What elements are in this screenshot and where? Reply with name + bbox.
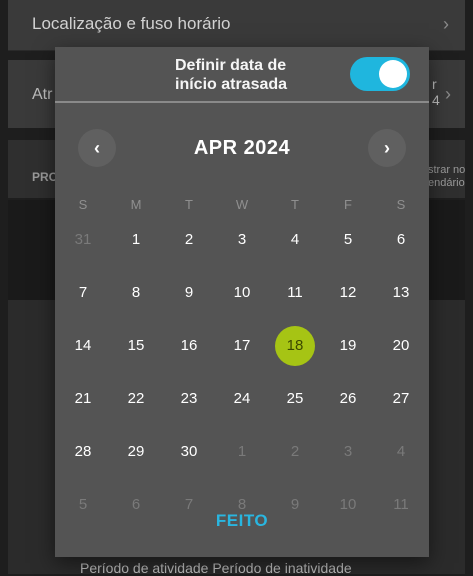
calendar-option-text: strar no endário [428,164,466,189]
weekday-label: M [130,197,142,212]
calendar-day[interactable]: 22 [116,379,156,419]
calendar-day[interactable]: 1 [222,432,262,472]
weekday-label: T [185,197,193,212]
calendar-day[interactable]: 28 [63,432,103,472]
calendar-day[interactable]: 17 [222,326,262,366]
chevron-left-icon: ‹ [94,137,100,158]
calendar-day[interactable]: 10 [222,273,262,313]
calendar-day[interactable]: 24 [222,379,262,419]
selected-day[interactable]: 18 [275,326,315,366]
delayed-start-toggle[interactable] [350,57,410,91]
calendar-day[interactable]: 12 [328,273,368,313]
calendar-day[interactable]: 4 [381,432,421,472]
weekday-label: T [291,197,299,212]
calendar-day[interactable]: 5 [63,485,103,525]
delayed-start-date-dialog: Definir data de início atrasada ‹ APR 20… [55,47,429,557]
calendar-day[interactable]: 26 [328,379,368,419]
calendar-day[interactable]: 13 [381,273,421,313]
calendar-day[interactable]: 2 [169,220,209,260]
calendar-day[interactable]: 27 [381,379,421,419]
calendar-day[interactable]: 9 [275,485,315,525]
toggle-knob [379,60,407,88]
calendar-day[interactable]: 5 [328,220,368,260]
dialog-header: Definir data de início atrasada [55,47,429,103]
weekday-label: S [396,197,406,212]
calendar-day[interactable]: 1 [116,220,156,260]
month-year-title: APR 2024 [193,137,291,159]
next-month-button[interactable]: › [368,129,406,167]
calendar-day[interactable]: 20 [381,326,421,366]
chevron-right-icon: › [445,84,451,104]
calendar-day[interactable]: 3 [328,432,368,472]
calendar-day[interactable]: 30 [169,432,209,472]
weekday-label: W [235,197,249,212]
location-timezone-label: Localização e fuso horário [32,14,231,33]
calendar-day[interactable]: 6 [381,220,421,260]
header-divider [55,101,429,103]
calendar-day[interactable]: 6 [116,485,156,525]
calendar-day[interactable]: 31 [63,220,103,260]
calendar-day[interactable]: 15 [116,326,156,366]
calendar-day[interactable]: 3 [222,220,262,260]
calendar-day[interactable]: 19 [328,326,368,366]
calendar-day[interactable]: 8 [116,273,156,313]
done-button[interactable]: FEITO [205,507,279,535]
calendar-day[interactable]: 21 [63,379,103,419]
weekday-label: S [78,197,88,212]
weekday-label: F [344,197,352,212]
calendar-day[interactable]: 29 [116,432,156,472]
chevron-right-icon: › [443,14,449,34]
calendar-day[interactable]: 9 [169,273,209,313]
row2-value: r4 [432,76,440,108]
calendar-day[interactable]: 10 [328,485,368,525]
calendar-day[interactable]: 11 [275,273,315,313]
calendar-day[interactable]: 14 [63,326,103,366]
calendar-day[interactable]: 23 [169,379,209,419]
row2-label: Atr [32,86,53,103]
calendar-day[interactable]: 7 [169,485,209,525]
calendar-day[interactable]: 16 [169,326,209,366]
calendar-day[interactable]: 25 [275,379,315,419]
chevron-right-icon: › [384,137,390,158]
calendar-day[interactable]: 2 [275,432,315,472]
previous-month-button[interactable]: ‹ [78,129,116,167]
delayed-start-label: Definir data de início atrasada [175,57,288,93]
calendar-day[interactable]: 11 [381,485,421,525]
calendar-day[interactable]: 4 [275,220,315,260]
calendar-day[interactable]: 7 [63,273,103,313]
